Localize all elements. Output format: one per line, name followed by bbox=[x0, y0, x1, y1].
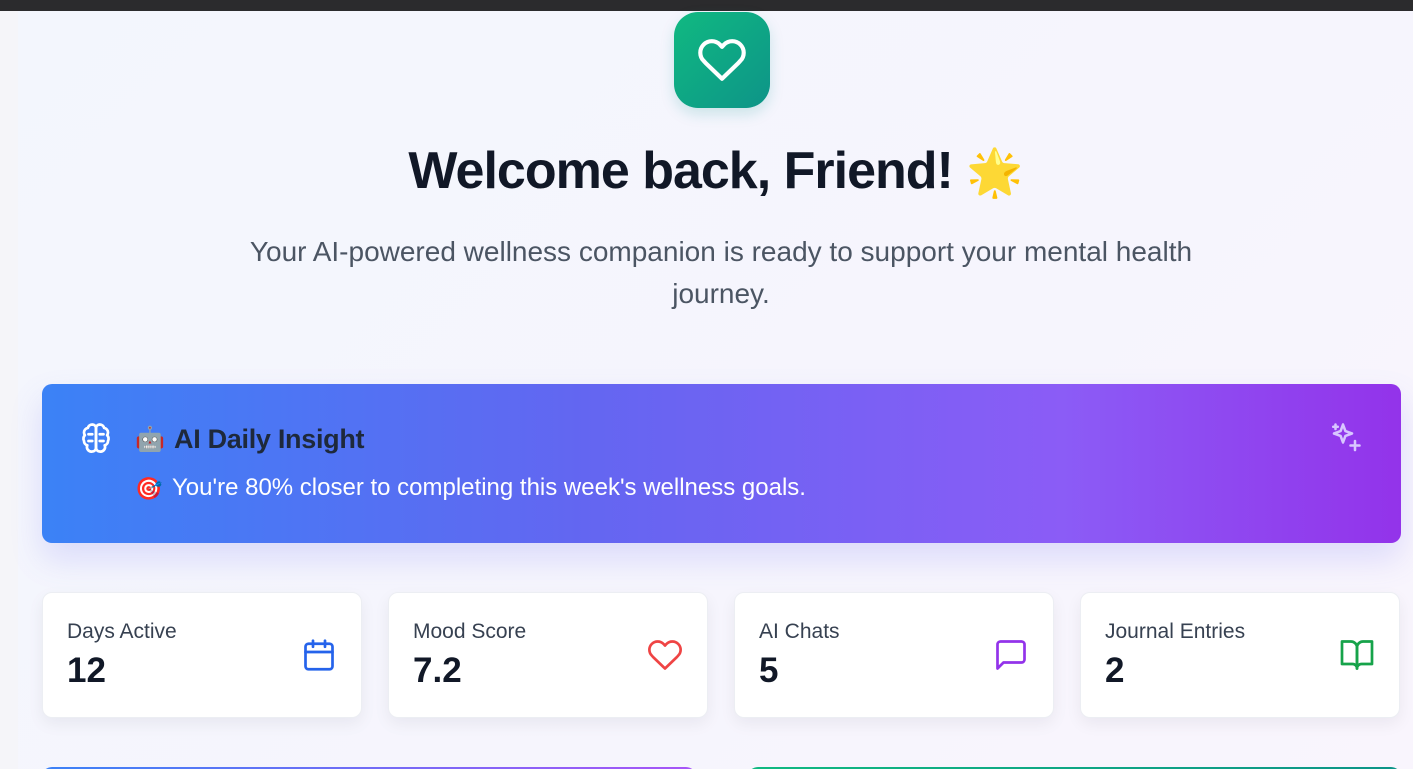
page-title: Welcome back, Friend! 🌟 bbox=[18, 141, 1413, 201]
heart-icon bbox=[674, 12, 770, 108]
heart-icon bbox=[648, 640, 682, 670]
stat-card-days-active: Days Active 12 bbox=[42, 592, 362, 718]
sidebar-edge bbox=[0, 11, 18, 769]
star-icon: 🌟 bbox=[966, 146, 1023, 198]
stat-value: 5 bbox=[759, 651, 779, 690]
brain-icon bbox=[82, 423, 110, 453]
page-subtitle: Your AI-powered wellness companion is re… bbox=[249, 236, 1193, 309]
stat-card-mood-score: Mood Score 7.2 bbox=[388, 592, 708, 718]
stat-label: AI Chats bbox=[759, 620, 840, 643]
target-icon: 🎯 bbox=[135, 476, 163, 501]
insight-message: You're 80% closer to completing this wee… bbox=[172, 474, 806, 501]
sparkles-icon bbox=[1331, 423, 1361, 452]
dashboard-main: Welcome back, Friend! 🌟 Your AI-powered … bbox=[18, 11, 1413, 769]
ai-daily-insight-card: 🤖 AI Daily Insight 🎯 You're 80% closer t… bbox=[42, 384, 1401, 543]
stat-value: 2 bbox=[1105, 651, 1125, 690]
window-top-bar bbox=[0, 0, 1413, 11]
stat-label: Journal Entries bbox=[1105, 620, 1246, 643]
stat-value: 7.2 bbox=[413, 651, 462, 690]
robot-icon: 🤖 bbox=[135, 426, 165, 453]
stat-card-ai-chats: AI Chats 5 bbox=[734, 592, 1054, 718]
calendar-icon bbox=[304, 639, 334, 671]
stat-card-journal-entries: Journal Entries 2 bbox=[1080, 592, 1400, 718]
stat-value: 12 bbox=[67, 651, 106, 690]
title-text: Welcome back, Friend! bbox=[408, 142, 953, 200]
book-open-icon bbox=[1340, 640, 1374, 670]
message-square-icon bbox=[996, 640, 1026, 670]
insight-heading: AI Daily Insight bbox=[174, 424, 365, 454]
stat-label: Mood Score bbox=[413, 620, 527, 643]
stat-label: Days Active bbox=[67, 620, 177, 643]
